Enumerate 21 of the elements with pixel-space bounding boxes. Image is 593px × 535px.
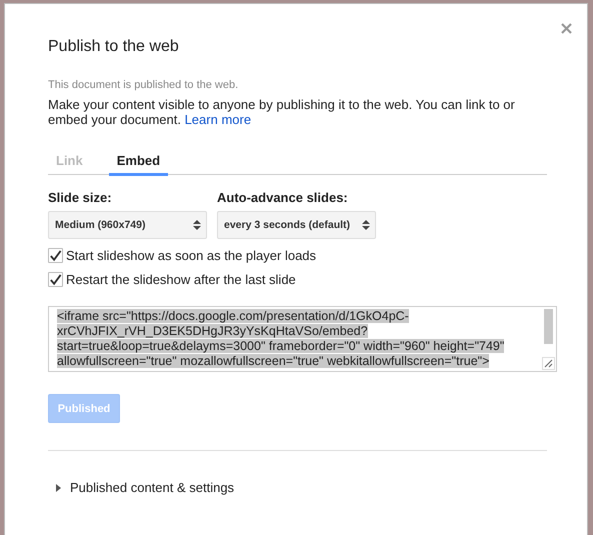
dropdown[interactable]: every 3 seconds (default) [217, 211, 376, 239]
resize-grip-icon[interactable] [542, 357, 555, 370]
up-down-arrows-icon [193, 219, 201, 231]
up-down-arrows-icon [362, 219, 370, 231]
checkbox[interactable] [48, 248, 63, 263]
dropdown[interactable]: Medium (960x749) [48, 211, 207, 239]
scrollbar-thumb[interactable] [544, 309, 553, 344]
close-icon[interactable] [561, 23, 572, 34]
description-text: Make your content visible to anyone by publishing it to the web. You can link to or embed your document. Learn more [48, 97, 516, 127]
checkbox[interactable] [48, 272, 63, 287]
learn-more-link[interactable]: Learn more [184, 112, 252, 127]
checkbox-label: Restart the slideshow after the last slide [66, 272, 296, 287]
select-label: Auto-advance slides: [217, 190, 349, 205]
section-toggle[interactable]: Published content & settings [70, 480, 234, 495]
status-text: This document is published to the web. [48, 79, 240, 91]
embed-code-field[interactable]: <iframe src="https://docs.google.com/presentation/d/1GkO4pC- xrCVhJFIX_rVH_D3EK5DHgJR3yYsKqHtaVSo/embed? start=true&loop=true&delayms=3000" frameborder="0" width="960" height="749" allowfullscreen="true" mozallowfullscreen="true" webkitallowfullscreen="true"> [48, 306, 557, 372]
dialog-title: Publish to the web [48, 38, 180, 57]
checkbox-label: Start slideshow as soon as the player loads [66, 248, 316, 263]
tab[interactable]: Embed [108, 148, 168, 176]
triangle-icon[interactable] [56, 484, 61, 492]
select-label: Slide size: [48, 190, 113, 205]
